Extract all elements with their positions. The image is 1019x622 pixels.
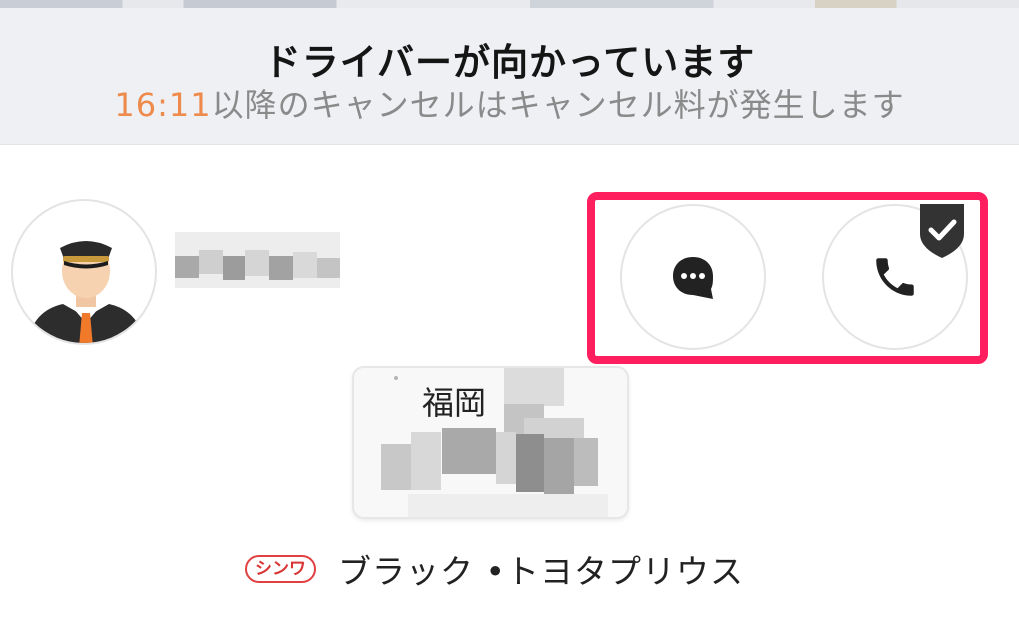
taxi-company-badge: シンワ <box>245 555 316 583</box>
status-banner: ドライバーが向かっています 16:11以降のキャンセルはキャンセル料が発生します <box>0 8 1019 145</box>
vehicle-info: シンワ ブラック •トヨタプリウス <box>245 544 744 594</box>
contact-buttons-highlight <box>587 192 988 364</box>
cancellation-time: 16:11 <box>114 86 212 124</box>
license-plate: 福岡 <box>352 366 629 519</box>
vehicle-description: ブラック •トヨタプリウス <box>338 552 744 591</box>
cancellation-notice: 16:11以降のキャンセルはキャンセル料が発生します <box>0 80 1019 126</box>
driver-avatar-icon <box>27 241 145 343</box>
driver-avatar <box>11 199 157 345</box>
banner-title: ドライバーが向かっています <box>263 41 756 84</box>
plate-region: 福岡 <box>422 384 487 422</box>
driver-name-redacted <box>175 232 340 288</box>
cancellation-notice-text: 以降のキャンセルはキャンセル料が発生します <box>211 86 905 124</box>
status-bar-strip <box>0 0 1019 8</box>
